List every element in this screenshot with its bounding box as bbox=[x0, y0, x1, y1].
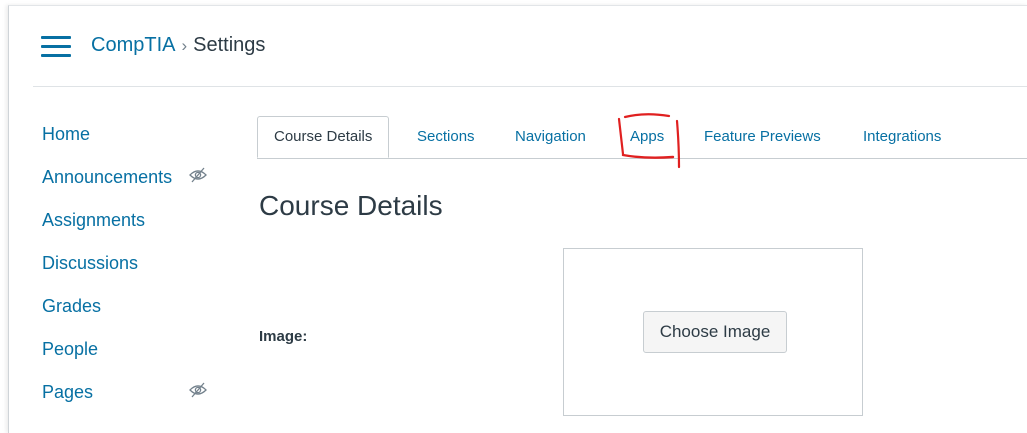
breadcrumb-separator-icon: › bbox=[181, 36, 188, 55]
image-field-label: Image: bbox=[259, 328, 308, 345]
tab-navigation[interactable]: Navigation bbox=[515, 116, 586, 157]
app-window: CompTIA › Settings Home Announcements Assi… bbox=[8, 5, 1027, 433]
sidebar-item-people[interactable]: People bbox=[42, 337, 232, 380]
sidebar-item-label: People bbox=[42, 339, 99, 359]
sidebar-item-discussions[interactable]: Discussions bbox=[42, 251, 232, 294]
hamburger-menu-icon[interactable] bbox=[41, 36, 71, 58]
tab-sections[interactable]: Sections bbox=[417, 116, 475, 157]
course-image-dropzone[interactable]: Choose Image bbox=[563, 248, 863, 416]
sidebar-item-pages[interactable]: Pages bbox=[42, 380, 232, 423]
breadcrumb-current: Settings bbox=[193, 34, 266, 56]
sidebar-item-label: Grades bbox=[42, 296, 102, 316]
sidebar-item-home[interactable]: Home bbox=[42, 122, 232, 165]
sidebar-item-label: Pages bbox=[42, 382, 94, 402]
choose-image-button[interactable]: Choose Image bbox=[643, 311, 787, 353]
header: CompTIA › Settings bbox=[9, 6, 1027, 86]
sidebar-item-label: Discussions bbox=[42, 253, 139, 273]
sidebar-item-label: Home bbox=[42, 124, 91, 144]
settings-tabs: Course Details Sections Navigation Apps … bbox=[257, 116, 1027, 159]
sidebar-item-grades[interactable]: Grades bbox=[42, 294, 232, 337]
tab-course-details[interactable]: Course Details bbox=[257, 116, 390, 158]
sidebar-item-assignments[interactable]: Assignments bbox=[42, 208, 232, 251]
tab-feature-previews[interactable]: Feature Previews bbox=[704, 116, 821, 157]
eye-slash-icon bbox=[189, 167, 207, 183]
header-divider bbox=[33, 86, 1027, 87]
sidebar-item-announcements[interactable]: Announcements bbox=[42, 165, 232, 208]
course-navigation: Home Announcements Assignments Discussio… bbox=[42, 122, 232, 423]
eye-slash-icon bbox=[189, 382, 207, 398]
breadcrumb-course-link[interactable]: CompTIA bbox=[91, 34, 175, 56]
breadcrumb: CompTIA › Settings bbox=[91, 32, 265, 59]
sidebar-item-label: Announcements bbox=[42, 167, 173, 187]
page-title: Course Details bbox=[259, 190, 443, 221]
tab-apps[interactable]: Apps bbox=[630, 116, 664, 157]
sidebar-item-label: Assignments bbox=[42, 210, 146, 230]
tab-integrations[interactable]: Integrations bbox=[863, 116, 941, 157]
